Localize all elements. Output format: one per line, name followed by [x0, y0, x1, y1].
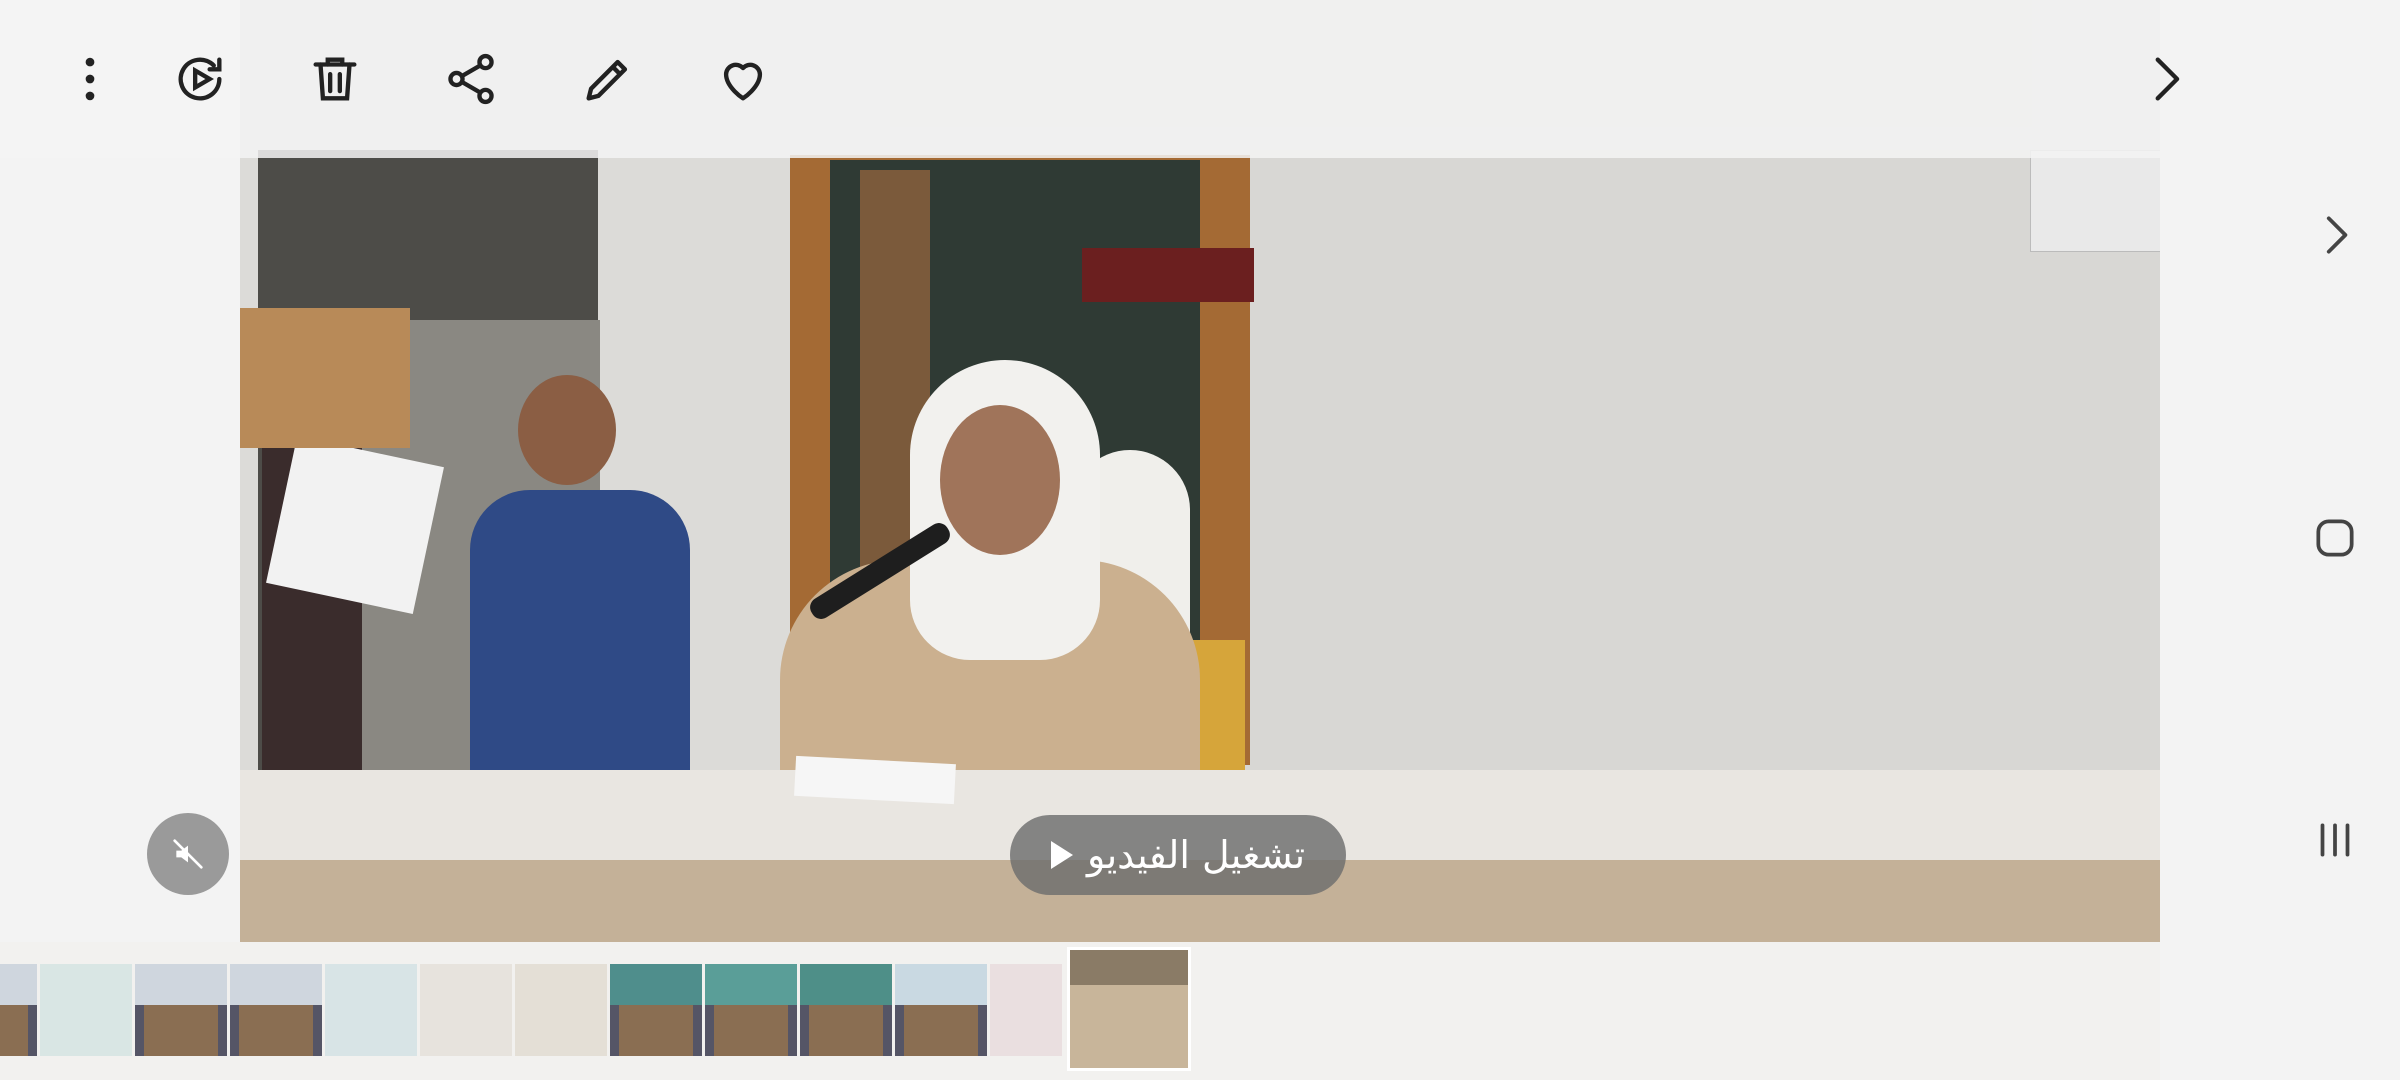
play-video-label: تشغيل الفيديو: [1086, 833, 1306, 877]
chevron-right-icon: [2326, 216, 2348, 254]
side-next-button[interactable]: [2300, 200, 2370, 270]
delete-icon: [313, 57, 357, 101]
share-button[interactable]: [429, 34, 513, 124]
edit-button[interactable]: [566, 34, 650, 124]
thumbnail[interactable]: [990, 964, 1062, 1056]
mute-icon: [173, 839, 203, 869]
mute-toggle[interactable]: [147, 813, 229, 895]
thumbnail[interactable]: [325, 964, 417, 1056]
delete-button[interactable]: [293, 34, 377, 124]
recents-button[interactable]: [2300, 805, 2370, 875]
thumbnail[interactable]: [135, 964, 227, 1056]
thumbnail[interactable]: [420, 964, 512, 1056]
share-icon: [448, 53, 494, 105]
edit-icon: [586, 59, 628, 101]
home-button[interactable]: [2300, 503, 2370, 573]
favorite-button[interactable]: [701, 34, 785, 124]
home-square-icon: [2316, 519, 2354, 557]
thumbnail[interactable]: [515, 964, 607, 1056]
favorite-icon: [723, 62, 763, 101]
play-video-button[interactable]: تشغيل الفيديو: [1010, 815, 1346, 895]
thumbnail[interactable]: [800, 964, 892, 1056]
recents-icon: [2320, 823, 2350, 857]
thumbnail-strip[interactable]: [0, 942, 2160, 1080]
play-icon: [1050, 841, 1073, 869]
motion-photo-icon: [178, 57, 222, 101]
thumbnail[interactable]: [610, 964, 702, 1056]
thumbnail[interactable]: [705, 964, 797, 1056]
more-options-button[interactable]: [48, 34, 132, 124]
thumbnail[interactable]: [895, 964, 987, 1056]
thumbnail[interactable]: [40, 964, 132, 1056]
motion-photo-button[interactable]: [158, 34, 242, 124]
next-item-button[interactable]: [2130, 34, 2200, 124]
thumbnail-selected[interactable]: [1067, 947, 1191, 1071]
thumbnail[interactable]: [0, 964, 37, 1056]
more-options-icon: [85, 57, 95, 101]
top-toolbar: [0, 0, 2180, 158]
chevron-right-icon: [2155, 57, 2180, 101]
thumbnail[interactable]: [230, 964, 322, 1056]
